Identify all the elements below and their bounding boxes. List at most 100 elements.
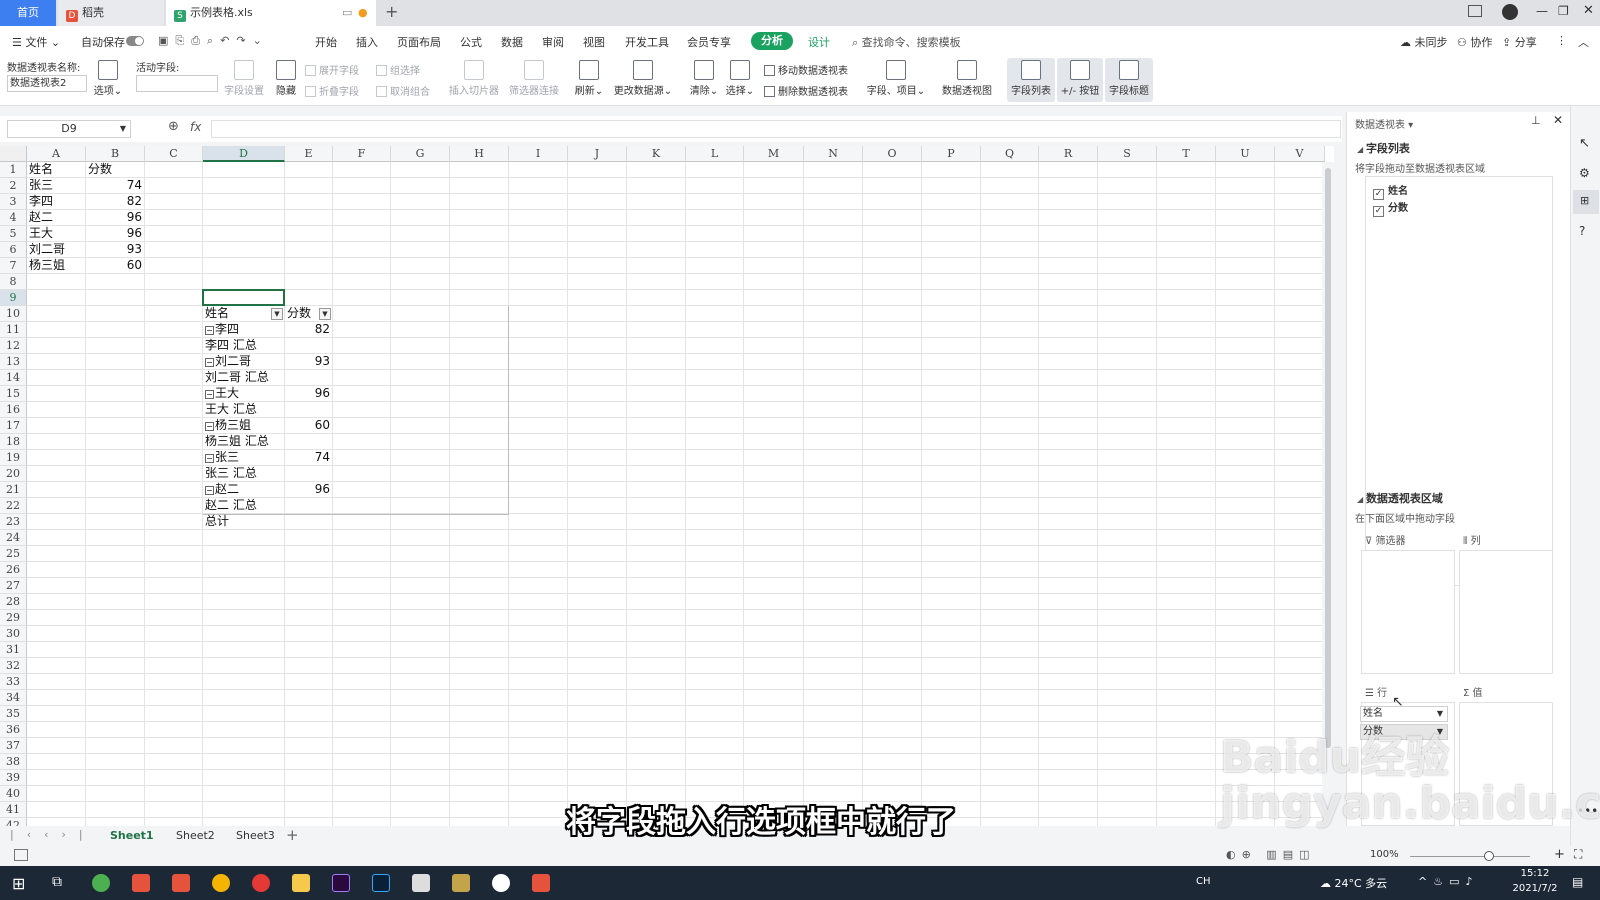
panel-title[interactable]: 数据透视表 ▾ — [1355, 116, 1413, 131]
change-source-button[interactable]: 更改数据源⌄ — [612, 58, 674, 97]
menu-dev-tools[interactable]: 开发工具 — [625, 34, 669, 50]
row-header[interactable]: 32 — [0, 658, 27, 674]
row-header[interactable]: 34 — [0, 690, 27, 706]
field-checkbox-score[interactable]: ✓ 分数 — [1373, 199, 1408, 217]
row-header[interactable]: 3 — [0, 194, 27, 210]
row-header[interactable]: 20 — [0, 466, 27, 482]
sheet-nav-arrows[interactable]: |‹‹›| — [10, 828, 96, 841]
column-drop-area[interactable] — [1459, 550, 1553, 674]
sheet-tab-3[interactable]: Sheet3 — [236, 829, 275, 842]
active-cell-selection[interactable] — [202, 289, 285, 306]
settings-icon[interactable]: ⚙ — [1579, 166, 1590, 180]
column-header[interactable]: I — [509, 146, 568, 162]
row-header[interactable]: 24 — [0, 530, 27, 546]
collapse-toggle-icon[interactable]: − — [205, 422, 214, 431]
source-name-cell[interactable]: 刘二哥 — [29, 242, 83, 257]
move-pivot-button[interactable]: 移动数据透视表 — [764, 62, 848, 77]
field-list-heading[interactable]: ◢ 字段列表 — [1357, 140, 1410, 156]
collapse-toggle-icon[interactable]: − — [205, 326, 214, 335]
vertical-scrollbar[interactable] — [1322, 162, 1334, 826]
plus-minus-buttons-toggle[interactable]: +/- 按钮 — [1057, 58, 1103, 102]
menu-analysis[interactable]: 分析 — [751, 32, 793, 50]
source-name-cell[interactable]: 李四 — [29, 194, 83, 209]
source-score-cell[interactable]: 93 — [88, 242, 142, 257]
source-name-cell[interactable]: 张三 — [29, 178, 83, 193]
column-header[interactable]: K — [627, 146, 686, 162]
input-lang[interactable]: CH — [1196, 876, 1211, 887]
row-header[interactable]: 29 — [0, 610, 27, 626]
pivot-score-cell[interactable]: 82 — [287, 322, 330, 337]
filter-connection-button[interactable]: 筛选器连接 — [506, 58, 562, 97]
tray-icons[interactable]: ^♨▭♪ — [1418, 875, 1479, 888]
column-header[interactable]: J — [568, 146, 627, 162]
source-name-cell[interactable]: 王大 — [29, 226, 83, 241]
sync-status[interactable]: ☁ 未同步 — [1400, 34, 1448, 50]
group-select-button[interactable]: 组选择 — [376, 62, 420, 77]
sheet-tab-2[interactable]: Sheet2 — [176, 829, 215, 842]
pivot-chart-button[interactable]: 数据透视图 — [940, 58, 994, 97]
column-header[interactable]: B — [86, 146, 145, 162]
command-search[interactable]: ⌕ 查找命令、搜索模板 — [852, 34, 961, 50]
pivot-subtotal-row[interactable]: 赵二 汇总 — [205, 498, 315, 513]
sheet-tab-1[interactable]: Sheet1 — [110, 829, 154, 842]
row-header[interactable]: 9 — [0, 290, 27, 306]
source-header-score[interactable]: 分数 — [88, 162, 142, 177]
column-header[interactable]: S — [1098, 146, 1157, 162]
menu-page-layout[interactable]: 页面布局 — [397, 34, 441, 50]
row-header[interactable]: 13 — [0, 354, 27, 370]
formula-input[interactable] — [211, 120, 1341, 138]
row-header[interactable]: 35 — [0, 706, 27, 722]
pivot-score-cell[interactable]: 74 — [287, 450, 330, 465]
row-header[interactable]: 22 — [0, 498, 27, 514]
collapse-toggle-icon[interactable]: − — [205, 454, 214, 463]
chrome-icon[interactable] — [212, 874, 230, 892]
file-menu[interactable]: ☰ 文件 ⌄ — [12, 34, 60, 50]
pivot-subtotal-row[interactable]: 张三 汇总 — [205, 466, 315, 481]
field-settings-button[interactable]: 字段设置 — [222, 58, 266, 97]
insert-slicer-button[interactable]: 插入切片器 — [448, 58, 500, 97]
row-header[interactable]: 25 — [0, 546, 27, 562]
refresh-button[interactable]: 刷新⌄ — [573, 58, 605, 97]
pointer-icon[interactable]: ↖ — [1579, 136, 1590, 151]
row-header[interactable]: 5 — [0, 226, 27, 242]
select-button[interactable]: 选择⌄ — [724, 58, 756, 97]
avatar[interactable] — [1502, 4, 1518, 20]
pivot-score-cell[interactable]: 96 — [287, 386, 330, 401]
row-header[interactable]: 17 — [0, 418, 27, 434]
minimize-icon[interactable]: — — [1536, 4, 1548, 18]
pivot-subtotal-row[interactable]: 李四 汇总 — [205, 338, 315, 353]
menu-view[interactable]: 视图 — [583, 34, 605, 50]
collab-button[interactable]: ⚇ 协作 — [1457, 34, 1492, 50]
pivot-subtotal-row[interactable]: 刘二哥 汇总 — [205, 370, 315, 385]
pivot-panel-toggle[interactable]: ⊞ — [1573, 190, 1599, 214]
source-score-cell[interactable]: 82 — [88, 194, 142, 209]
menu-member[interactable]: 会员专享 — [687, 34, 731, 50]
row-header[interactable]: 26 — [0, 562, 27, 578]
active-field-input[interactable] — [136, 75, 218, 92]
pivot-subtotal-row[interactable]: 杨三姐 汇总 — [205, 434, 315, 449]
pin-icon[interactable]: ⊥ — [1531, 114, 1541, 127]
clock-date[interactable]: 2021/7/2 — [1502, 883, 1568, 894]
row-header[interactable]: 8 — [0, 274, 27, 290]
function-icon[interactable]: fx — [190, 120, 201, 134]
row-header[interactable]: 30 — [0, 626, 27, 642]
row-header[interactable]: 31 — [0, 642, 27, 658]
add-sheet-button[interactable]: + — [286, 826, 299, 844]
expand-field-button[interactable]: 展开字段 — [305, 62, 359, 77]
collapse-toggle-icon[interactable]: − — [205, 390, 214, 399]
source-header-name[interactable]: 姓名 — [29, 162, 83, 177]
new-tab-button[interactable]: + — [385, 2, 398, 21]
pivot-name-input[interactable]: 数据透视表2 — [7, 75, 87, 92]
weather[interactable]: ☁ 24°C 多云 — [1320, 875, 1387, 891]
tab-workbook[interactable]: S 示例表格.xls ▭ ● — [166, 0, 376, 26]
column-header[interactable]: Q — [981, 146, 1039, 162]
row-header[interactable]: 18 — [0, 434, 27, 450]
row-header[interactable]: 23 — [0, 514, 27, 530]
column-header[interactable]: V — [1275, 146, 1325, 162]
app-icon-12[interactable] — [532, 874, 550, 892]
clock-time[interactable]: 15:12 — [1510, 868, 1560, 879]
collapse-ribbon-icon[interactable]: ︿ — [1578, 34, 1589, 50]
premiere-icon[interactable] — [332, 874, 350, 892]
collapse-toggle-icon[interactable]: − — [205, 486, 214, 495]
pivot-score-cell[interactable]: 60 — [287, 418, 330, 433]
